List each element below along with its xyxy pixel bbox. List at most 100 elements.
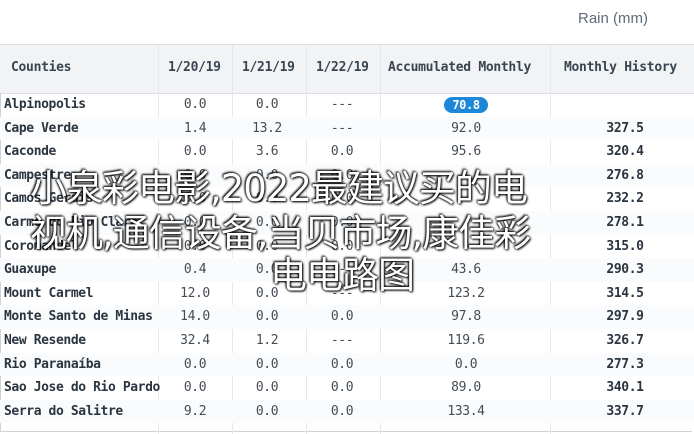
rain-date-3: 0.0 <box>330 403 354 419</box>
rain-date-1: 0.0 <box>183 144 207 160</box>
rain-date-3: 0.0 <box>330 191 354 207</box>
monthly-history-value: 277.3 <box>606 356 644 372</box>
table-row[interactable]: Mount Carmel 12.0 0.0 --- 123.2 314.5 <box>0 282 694 306</box>
county-name: Monte Santo de Minas <box>4 309 153 325</box>
rain-date-3: --- <box>330 285 354 301</box>
rain-date-1: 32.4 <box>180 333 210 348</box>
rain-date-2: 13.2 <box>252 120 282 136</box>
rain-date-3: --- <box>330 333 354 348</box>
rain-date-2: 0.0 <box>255 403 279 419</box>
rain-date-1: 0.0 <box>183 167 207 183</box>
county-name: Cape Verde <box>4 120 79 136</box>
header-date-2[interactable]: 1/21/19 <box>242 60 295 75</box>
accumulated-cell: 70.8 <box>396 97 536 113</box>
monthly-history-value: 327.5 <box>606 120 644 136</box>
header-counties[interactable]: Counties <box>11 60 72 75</box>
header-date-1[interactable]: 1/20/19 <box>168 60 221 75</box>
county-name: Caconde <box>4 144 56 160</box>
table-row[interactable]: Monte Santo de Minas 14.0 0.0 0.0 97.8 297.9 <box>0 305 694 329</box>
accumulated-value: 43.6 <box>451 262 481 278</box>
accumulated-value: 133.4 <box>447 403 485 419</box>
rain-date-3: 0.0 <box>330 144 354 160</box>
rain-date-2: 0.0 <box>255 167 279 183</box>
table-row[interactable]: Cape Verde 1.4 13.2 --- 92.0 327.5 <box>0 116 694 141</box>
accumulated-value: 119.6 <box>447 333 485 348</box>
monthly-history-value: 326.7 <box>606 333 644 348</box>
county-name: New Resende <box>4 333 86 348</box>
accumulated-value: 95.6 <box>451 144 481 160</box>
unit-label: Rain (mm) <box>578 10 648 27</box>
monthly-history-value: 340.1 <box>606 380 644 396</box>
county-name: Rio Paranaíba <box>4 356 101 372</box>
table-row[interactable]: Alpinopolis 0.0 0.0 --- 70.8 <box>0 93 694 117</box>
county-name: Serra do Salitre <box>4 403 123 419</box>
monthly-history-value: 297.9 <box>606 309 644 325</box>
accumulated-value: 123.2 <box>447 285 485 301</box>
rain-date-2: 0.0 <box>255 215 279 230</box>
accumulated-value: 92.0 <box>451 120 481 136</box>
accumulated-value: 0.0 <box>454 356 478 372</box>
rain-date-1: 0.0 <box>183 380 207 396</box>
monthly-history-value: 232.2 <box>606 191 644 207</box>
rain-date-1: 14.0 <box>180 309 210 325</box>
rain-date-1: 9.2 <box>183 403 207 419</box>
rain-date-1: 0.0 <box>183 215 207 230</box>
rain-date-2: 0.0 <box>255 191 279 207</box>
rain-date-1: 1.4 <box>183 120 207 136</box>
county-name: Mount Carmel <box>4 285 94 301</box>
table-row[interactable]: Camos Gerais 0.0 0.0 0.0 232.2 <box>0 187 694 211</box>
top-bar: Rain (mm) <box>0 0 694 45</box>
rain-date-2: 0.0 <box>255 356 279 372</box>
header-accumulated[interactable]: Accumulated Monthly <box>388 60 531 75</box>
county-name: Camos Gerais <box>4 191 94 207</box>
county-name: Campestre <box>4 167 71 183</box>
monthly-history-value: 276.8 <box>606 167 644 183</box>
county-name: Alpinopolis <box>4 97 86 112</box>
monthly-history-value: 337.7 <box>606 403 644 419</box>
rain-date-3: 0.0 <box>330 215 354 230</box>
rain-date-1: 0.0 <box>183 191 207 207</box>
header-monthly-history[interactable]: Monthly History <box>564 60 677 75</box>
monthly-history-value: 320.4 <box>606 144 644 160</box>
rain-date-2: 0.0 <box>255 380 279 396</box>
rain-date-1: 0.4 <box>183 262 207 278</box>
table-row[interactable]: Carmo do Rio Claro 0.0 0.0 0.0 278.1 <box>0 211 694 235</box>
rain-date-2: 0.0 <box>255 238 279 254</box>
monthly-history-value: 278.1 <box>606 215 644 230</box>
rain-date-2: 0.0 <box>255 262 279 278</box>
table-row[interactable]: Sao Jose do Rio Pardo 0.0 0.0 0.0 89.0 340.1 <box>0 376 694 400</box>
rain-date-2: 1.2 <box>255 333 279 348</box>
table-row[interactable]: Caconde 0.0 3.6 0.0 95.6 320.4 <box>0 140 694 164</box>
rain-date-1: 0.0 <box>183 238 207 254</box>
monthly-history-value: 315.0 <box>606 238 644 254</box>
header-date-3[interactable]: 1/22/19 <box>316 60 369 75</box>
rain-date-1: 12.0 <box>180 285 210 301</box>
rain-date-2: 0.0 <box>255 309 279 325</box>
rain-date-2: 3.6 <box>255 144 279 160</box>
county-name: Coromandel <box>4 238 79 254</box>
table-row[interactable]: New Resende 32.4 1.2 --- 119.6 326.7 <box>0 329 694 353</box>
table-row[interactable]: Rio Paranaíba 0.0 0.0 0.0 0.0 277.3 <box>0 352 694 377</box>
rain-date-3: 0.0 <box>330 167 354 183</box>
rain-date-2: 0.0 <box>255 97 279 112</box>
rain-date-3: --- <box>330 262 354 278</box>
table-row[interactable]: Campestre 0.0 0.0 0.0 276.8 <box>0 163 694 188</box>
county-name: Guaxupe <box>4 262 56 278</box>
rain-date-3: 0.0 <box>330 238 354 254</box>
rain-date-3: 0.0 <box>330 380 354 396</box>
rain-date-3: 0.0 <box>330 309 354 325</box>
county-name: Sao Jose do Rio Pardo <box>4 380 160 396</box>
rain-date-1: 0.0 <box>183 356 207 372</box>
rain-date-2: 0.0 <box>255 285 279 301</box>
rain-date-3: --- <box>330 97 354 112</box>
county-name: Carmo do Rio Claro <box>4 215 138 230</box>
rain-date-3: 0.0 <box>330 356 354 372</box>
table-row[interactable]: Serra do Salitre 9.2 0.0 0.0 133.4 337.7 <box>0 399 694 424</box>
accumulated-value: 89.0 <box>451 380 481 396</box>
accumulated-badge: 70.8 <box>444 97 488 113</box>
rain-date-1: 0.0 <box>183 97 207 112</box>
table-row[interactable]: Coromandel 0.0 0.0 0.0 315.0 <box>0 235 694 259</box>
rain-date-3: --- <box>330 120 354 136</box>
table-row[interactable]: Guaxupe 0.4 0.0 --- 43.6 290.3 <box>0 258 694 282</box>
monthly-history-value: 314.5 <box>606 285 644 301</box>
